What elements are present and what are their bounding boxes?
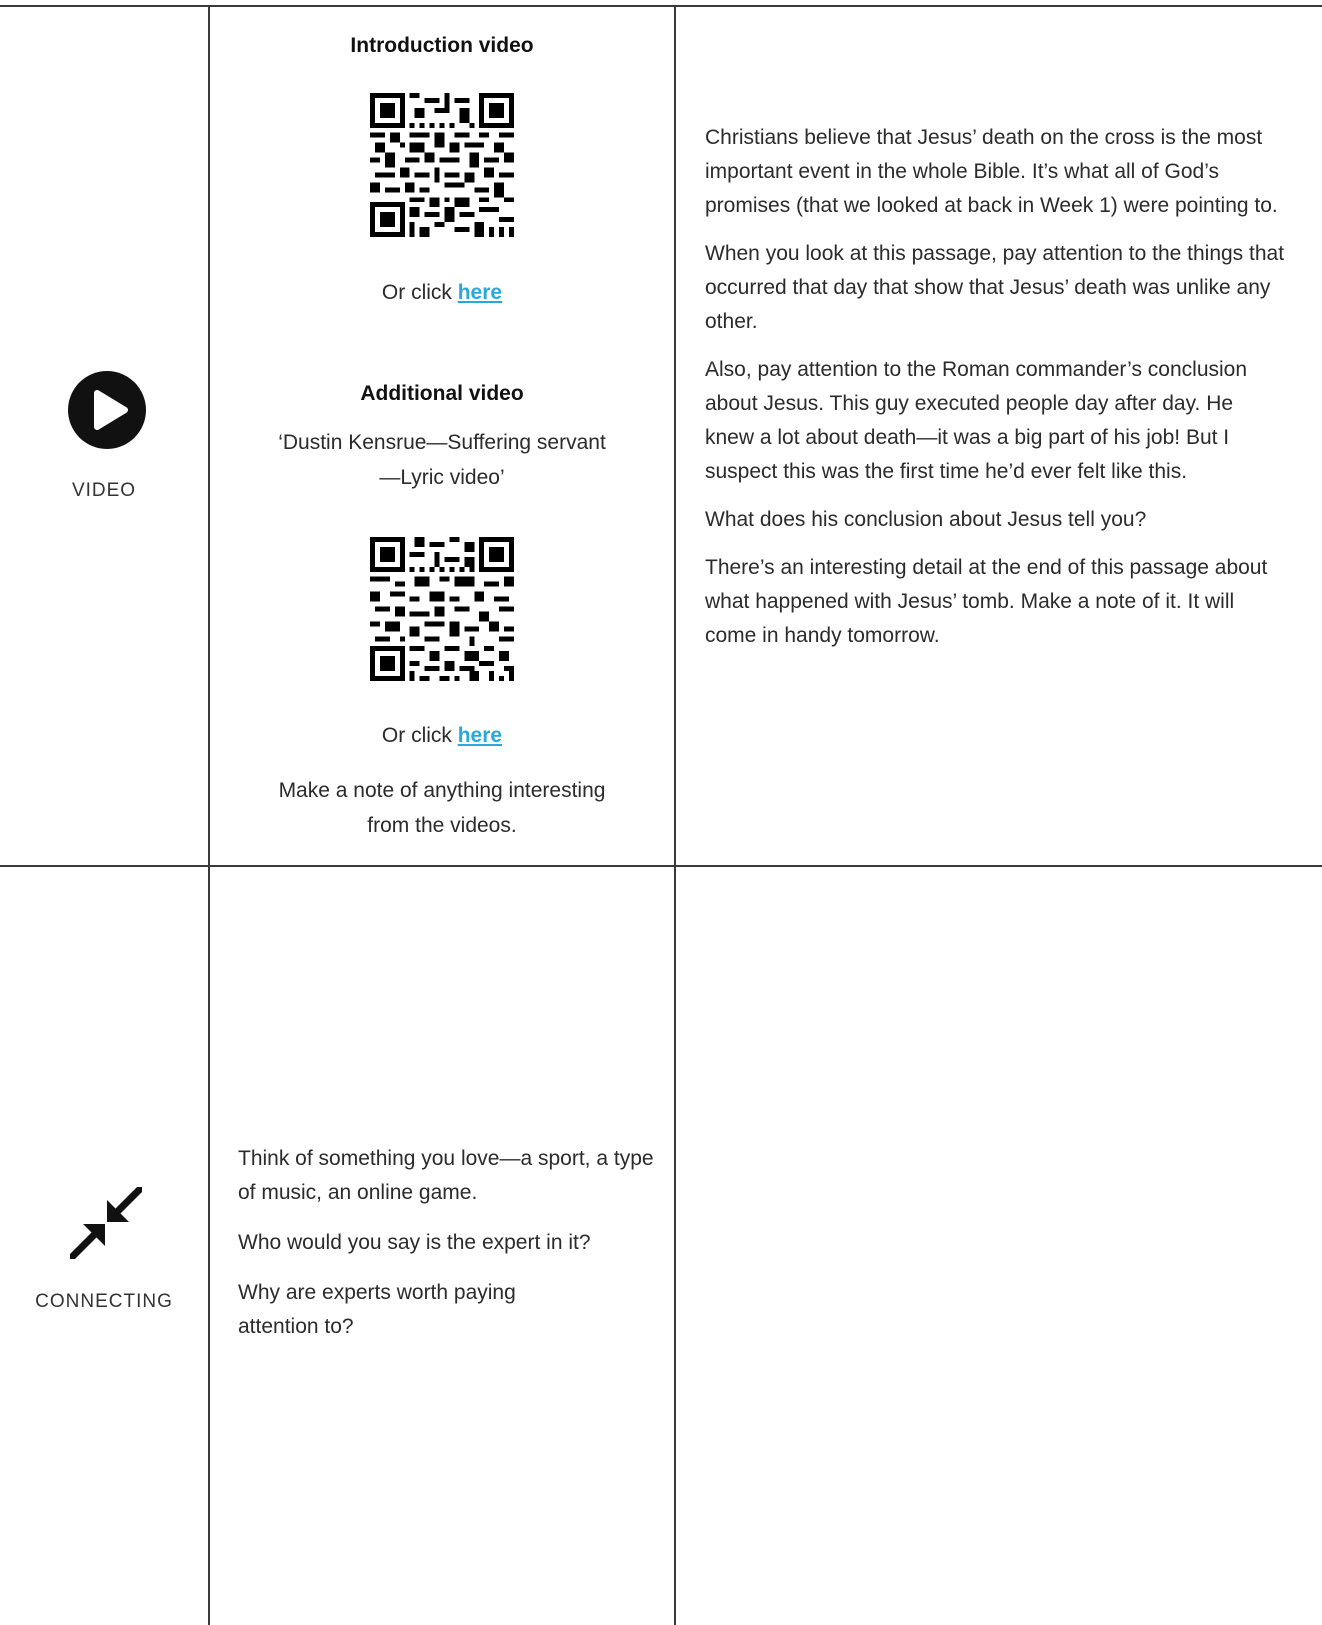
- intro-video-link[interactable]: here: [458, 281, 502, 304]
- connecting-paragraph-3: Why are experts worth paying attention t…: [238, 1281, 516, 1338]
- additional-qr-code[interactable]: [370, 537, 514, 681]
- connecting-label-cell: CONNECTING: [0, 867, 208, 1625]
- video-note-line1: Make a note of anything interesting: [278, 779, 606, 802]
- connecting-right-cell: [676, 867, 1322, 1625]
- paragraph-2: When you look at this passage, pay atten…: [705, 242, 1285, 333]
- video-label-cell: VIDEO: [0, 6, 208, 864]
- video-middle-cell: Introduction video Or click here Additio…: [210, 6, 674, 864]
- paragraph-1: Christians believe that Jesus’ death on …: [705, 126, 1278, 217]
- additional-video-link[interactable]: here: [458, 724, 502, 747]
- intro-qr-code[interactable]: [370, 93, 514, 237]
- video-label: VIDEO: [71, 480, 137, 501]
- paragraph-4: What does his conclusion about Jesus tel…: [705, 508, 1147, 531]
- intro-or-click: Or click here: [381, 281, 503, 304]
- arrows-converge-icon: [70, 1187, 142, 1259]
- connecting-paragraph-2: Who would you say is the expert in it?: [238, 1231, 591, 1254]
- connecting-middle-cell: Think of something you love—a sport, a t…: [238, 1142, 658, 1360]
- play-circle-icon: [68, 371, 146, 449]
- connecting-paragraph-1: Think of something you love—a sport, a t…: [238, 1147, 654, 1204]
- additional-video-heading: Additional video: [360, 382, 524, 405]
- additional-or-click: Or click here: [381, 724, 503, 747]
- paragraph-5: There’s an interesting detail at the end…: [705, 556, 1268, 647]
- additional-video-title-line2: —Lyric video’: [379, 466, 505, 489]
- connecting-label: CONNECTING: [35, 1291, 173, 1312]
- intro-video-heading: Introduction video: [350, 34, 534, 57]
- video-right-cell: Christians believe that Jesus’ death on …: [705, 121, 1287, 667]
- video-note-line2: from the videos.: [367, 814, 517, 837]
- paragraph-3: Also, pay attention to the Roman command…: [705, 358, 1248, 483]
- additional-video-title-line1: ‘Dustin Kensrue—Suffering servant: [278, 431, 606, 454]
